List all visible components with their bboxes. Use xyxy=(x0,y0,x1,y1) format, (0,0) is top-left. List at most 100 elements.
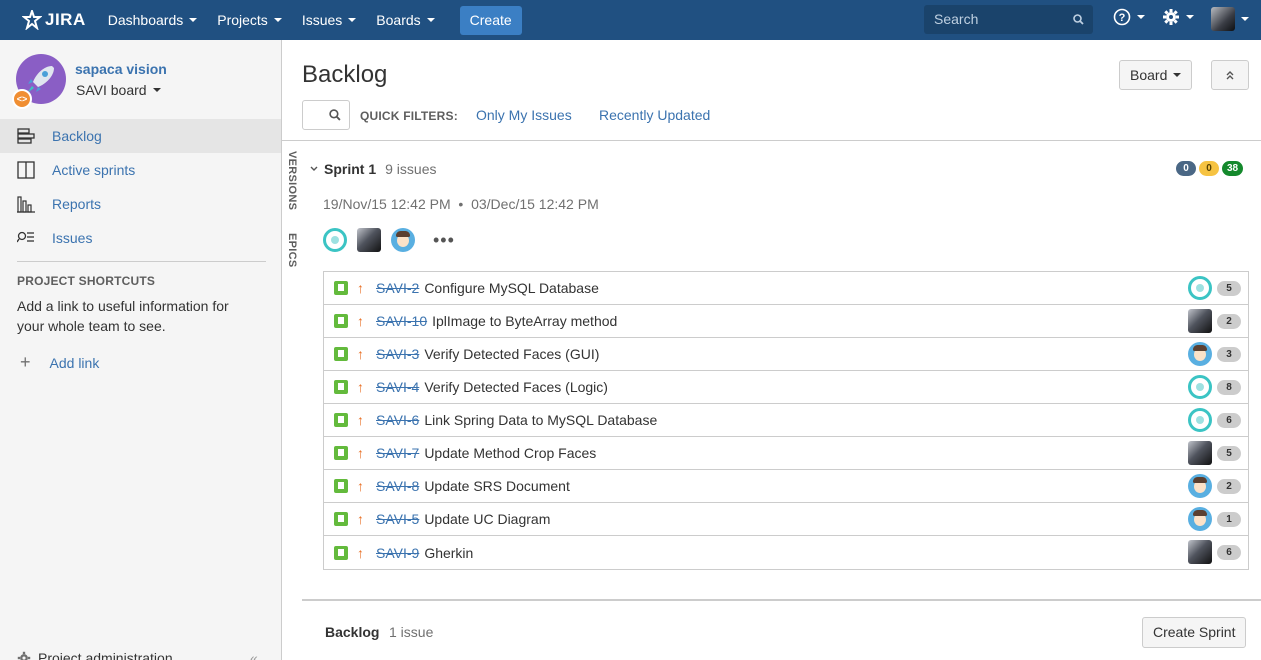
issue-key[interactable]: SAVI-4 xyxy=(376,379,419,395)
issue-summary: Update UC Diagram xyxy=(424,511,551,527)
issue-row[interactable]: ↑ SAVI-10 IplImage to ByteArray method 2 xyxy=(324,305,1248,338)
avatar xyxy=(1211,7,1235,31)
code-badge-icon: <> xyxy=(12,89,32,109)
sprint-header[interactable]: Sprint 1 9 issues xyxy=(310,161,436,177)
chevron-down-icon xyxy=(348,18,357,22)
avatar[interactable] xyxy=(1188,441,1212,465)
priority-high-icon: ↑ xyxy=(357,412,364,428)
avatar[interactable] xyxy=(1188,474,1212,498)
project-admin-label: Project administration xyxy=(38,650,173,660)
issue-key[interactable]: SAVI-6 xyxy=(376,412,419,428)
board-button[interactable]: Board xyxy=(1119,60,1193,90)
nav-boards[interactable]: Boards xyxy=(376,12,435,28)
quick-filter-only-my-issues[interactable]: Only My Issues xyxy=(476,107,572,123)
nav-projects[interactable]: Projects xyxy=(217,12,282,28)
avatar[interactable] xyxy=(1188,342,1212,366)
sidebar-item-label: Issues xyxy=(52,230,93,246)
avatar[interactable] xyxy=(1188,309,1212,333)
issue-summary: Gherkin xyxy=(424,544,474,561)
sidebar-item-backlog[interactable]: Backlog xyxy=(0,119,281,153)
issue-key[interactable]: SAVI-5 xyxy=(376,511,419,527)
issue-key[interactable]: SAVI-10 xyxy=(376,313,427,329)
nav-menu: Dashboards Projects Issues Boards Create xyxy=(108,5,522,35)
avatar[interactable] xyxy=(1188,507,1212,531)
issue-row[interactable]: ↑ SAVI-6 Link Spring Data to MySQL Databas… xyxy=(324,404,1248,437)
board-selector[interactable]: SAVI board xyxy=(76,82,161,98)
story-icon xyxy=(334,545,348,560)
issue-row[interactable]: ↑ SAVI-4 Verify Detected Faces (Logic) 8 xyxy=(324,371,1248,404)
sidebar-item-label: Active sprints xyxy=(52,162,136,178)
collapse-header-button[interactable] xyxy=(1211,60,1249,90)
divider xyxy=(17,261,266,262)
backlog-title: Backlog xyxy=(325,624,380,640)
create-sprint-button[interactable]: Create Sprint xyxy=(1142,617,1247,648)
sidebar-item-active-sprints[interactable]: Active sprints xyxy=(0,153,281,187)
issue-summary: Verify Detected Faces (Logic) xyxy=(424,379,608,395)
issue-key[interactable]: SAVI-2 xyxy=(376,280,419,296)
user-menu[interactable] xyxy=(1211,7,1249,31)
avatar[interactable] xyxy=(1188,375,1212,399)
chevron-down-icon xyxy=(1173,73,1182,77)
sidebar-item-issues[interactable]: Issues xyxy=(0,221,281,255)
backlog-issue-count: 1 issue xyxy=(389,624,434,640)
sidebar-item-reports[interactable]: Reports xyxy=(0,187,281,221)
issue-row[interactable]: ↑ SAVI-2 Configure MySQL Database 5 xyxy=(324,272,1248,305)
status-badge-done: 38 xyxy=(1222,161,1244,176)
collapse-sidebar-icon[interactable]: « xyxy=(250,650,258,660)
issue-row[interactable]: ↑ SAVI-3 Verify Detected Faces (GUI) 3 xyxy=(324,338,1248,371)
search-input[interactable]: Search xyxy=(924,5,1093,34)
sprint-status-badges: 0 0 38 xyxy=(1173,161,1244,176)
backlog-icon xyxy=(17,127,35,145)
estimate-badge: 6 xyxy=(1217,545,1241,560)
help-menu[interactable]: ? xyxy=(1113,8,1145,26)
priority-high-icon: ↑ xyxy=(357,379,364,395)
settings-menu[interactable] xyxy=(1162,8,1194,26)
add-link-button[interactable]: + Add link xyxy=(20,352,99,373)
top-navigation: JIRA Dashboards Projects Issues Boards C… xyxy=(0,0,1261,40)
issue-key[interactable]: SAVI-7 xyxy=(376,445,419,461)
estimate-badge: 1 xyxy=(1217,512,1241,527)
priority-high-icon: ↑ xyxy=(357,544,364,561)
create-button[interactable]: Create xyxy=(459,5,522,35)
quick-filter-recently-updated[interactable]: Recently Updated xyxy=(599,107,710,123)
issue-key[interactable]: SAVI-9 xyxy=(376,545,419,561)
tab-versions[interactable]: VERSIONS xyxy=(286,151,298,210)
avatar[interactable] xyxy=(1188,540,1212,564)
filter-search-input[interactable] xyxy=(302,100,350,130)
sprint-issue-list: ↑ SAVI-2 Configure MySQL Database 5 ↑ SAVI-10… xyxy=(323,271,1249,570)
sprint-dates: 19/Nov/15 12:42 PM • 03/Dec/15 12:42 PM xyxy=(323,196,599,212)
nav-projects-label: Projects xyxy=(217,12,268,28)
issue-key[interactable]: SAVI-3 xyxy=(376,346,419,362)
search-icon xyxy=(1073,14,1084,25)
project-admin-link[interactable]: Project administration xyxy=(17,650,173,660)
avatar[interactable] xyxy=(1188,408,1212,432)
avatar[interactable] xyxy=(391,228,415,252)
shortcuts-title: PROJECT SHORTCUTS xyxy=(17,274,156,288)
nav-issues[interactable]: Issues xyxy=(302,12,357,28)
project-name[interactable]: sapaca vision xyxy=(75,61,167,77)
issue-row[interactable]: ↑ SAVI-9 Gherkin 6 xyxy=(324,536,1248,569)
jira-logo-icon xyxy=(22,10,42,30)
plus-icon: + xyxy=(20,352,31,372)
issue-row[interactable]: ↑ SAVI-7 Update Method Crop Faces 5 xyxy=(324,437,1248,470)
issue-summary: IplImage to ByteArray method xyxy=(432,313,618,329)
divider xyxy=(282,140,1261,141)
issue-summary: Update Method Crop Faces xyxy=(424,445,597,461)
avatar[interactable] xyxy=(357,228,381,252)
board-button-label: Board xyxy=(1130,67,1168,83)
more-options-icon[interactable]: ••• xyxy=(433,231,455,249)
story-icon xyxy=(334,281,348,295)
issue-summary: Configure MySQL Database xyxy=(424,280,599,296)
issue-row[interactable]: ↑ SAVI-8 Update SRS Document 2 xyxy=(324,470,1248,503)
story-icon xyxy=(334,380,348,394)
nav-dashboards[interactable]: Dashboards xyxy=(108,12,198,28)
sidebar: <> sapaca vision SAVI board Backlog Acti… xyxy=(0,40,282,660)
tab-epics[interactable]: EPICS xyxy=(286,233,298,268)
chevron-down-icon xyxy=(152,88,161,92)
avatar[interactable] xyxy=(1188,276,1212,300)
sidebar-item-label: Reports xyxy=(52,196,102,212)
issue-key[interactable]: SAVI-8 xyxy=(376,478,419,494)
avatar[interactable] xyxy=(323,228,347,252)
issue-row[interactable]: ↑ SAVI-5 Update UC Diagram 1 xyxy=(324,503,1248,536)
jira-logo[interactable]: JIRA xyxy=(22,10,86,30)
